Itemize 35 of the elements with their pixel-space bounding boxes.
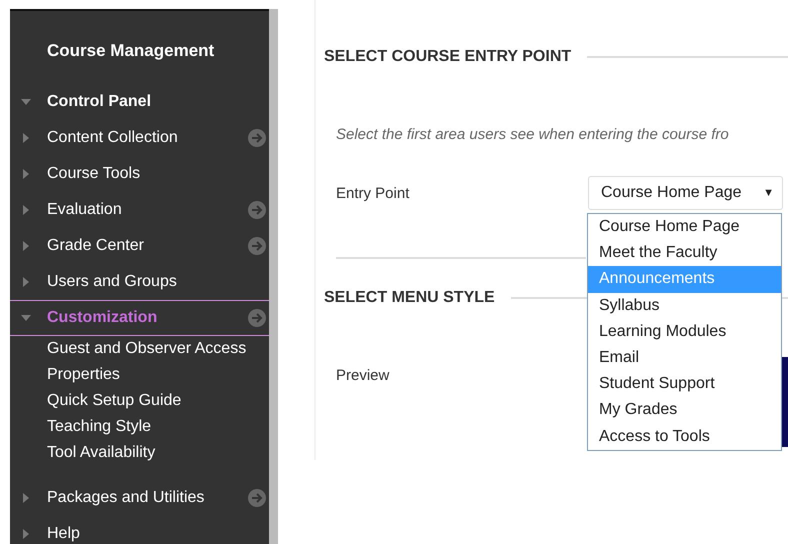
sidebar-subitem[interactable]: Quick Setup Guide <box>47 388 270 414</box>
sidebar-subitem[interactable]: Tool Availability <box>47 440 270 466</box>
preview-label: Preview <box>336 367 390 386</box>
sidebar-item[interactable]: Packages and Utilities <box>10 480 270 516</box>
arrow-circle-icon[interactable] <box>247 200 268 220</box>
dropdown-option[interactable]: Course Home Page <box>588 214 781 240</box>
dropdown-option[interactable]: Syllabus <box>588 292 781 319</box>
dropdown-option[interactable]: Email <box>588 344 781 372</box>
caret-icon: ▼ <box>763 187 774 199</box>
arrow-circle-icon[interactable] <box>247 128 268 148</box>
dropdown-option[interactable]: Student Support <box>588 371 781 398</box>
field-label: Entry Point <box>336 184 410 202</box>
arrow-circle-icon[interactable] <box>247 236 268 256</box>
sidebar-item[interactable]: Content Collection <box>10 120 270 156</box>
arrow-circle-icon[interactable] <box>247 488 268 508</box>
dropdown-option[interactable]: Access to Tools <box>588 424 781 450</box>
sidebar-item[interactable]: Grade Center <box>10 228 270 264</box>
sidebar-item[interactable]: Help <box>10 516 270 544</box>
sidebar-item[interactable]: Evaluation <box>10 192 270 228</box>
sidebar-item[interactable]: Course Tools <box>10 156 270 192</box>
entry-point-select[interactable]: Course Home Page ▼ <box>588 176 783 210</box>
sidebar-subitem[interactable]: Properties <box>47 362 270 388</box>
arrow-circle-icon[interactable] <box>247 308 268 328</box>
dropdown-option[interactable]: Meet the Faculty <box>588 240 781 266</box>
sidebar-item[interactable]: Users and Groups <box>10 264 270 300</box>
dropdown-option[interactable]: My Grades <box>588 397 781 424</box>
sidebar-subitem[interactable]: Guest and Observer Access <box>47 336 270 362</box>
dropdown-option[interactable]: Learning Modules <box>588 318 781 345</box>
sidebar-title: Course Management <box>46 41 216 62</box>
sidebar-subitem[interactable]: Teaching Style <box>47 414 270 440</box>
control-panel-header[interactable]: Control Panel <box>10 84 270 120</box>
section-heading: SELECT MENU STYLE <box>324 289 495 307</box>
sidebar-item[interactable]: Customization <box>10 300 270 336</box>
section-heading: SELECT COURSE ENTRY POINT <box>324 48 572 66</box>
instructions-text: Select the first area users see when entering the course fro <box>335 126 730 143</box>
